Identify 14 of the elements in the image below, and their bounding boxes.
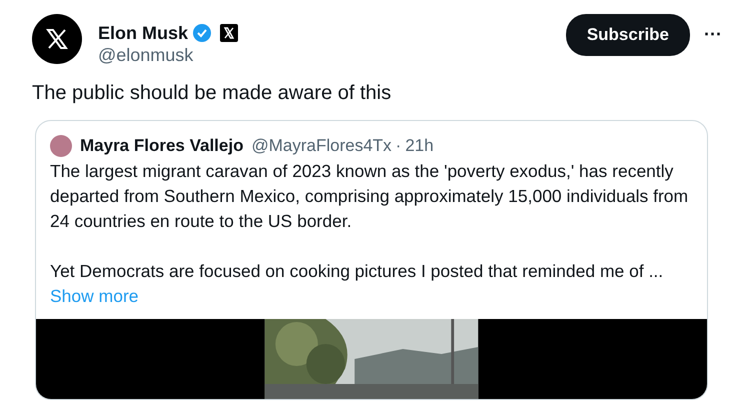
quoted-author-handle: @MayraFlores4Tx	[251, 135, 392, 157]
quoted-tweet-text: The largest migrant caravan of 2023 known as the 'poverty exodus,' has recently departed from Southern Mexico, comprising approximately 15,000 individuals from 24 countries en route to the US border.	[50, 160, 690, 233]
quoted-tweet-text: Yet Democrats are focused on cooking pictures I posted that reminded me of ...	[50, 260, 664, 283]
quoted-author-name: Mayra Flores Vallejo	[80, 135, 244, 157]
post-time: 21h	[405, 135, 434, 157]
subscribe-button[interactable]: Subscribe	[566, 14, 690, 56]
quoted-tweet-card[interactable]	[35, 120, 708, 400]
author-name[interactable]: Elon Musk	[98, 22, 188, 44]
separator: ·	[396, 135, 402, 157]
x-logo-icon	[220, 24, 238, 42]
tweet-text: The public should be made aware of this	[32, 81, 392, 106]
more-button[interactable]: ···	[698, 21, 728, 48]
author-handle[interactable]: @elonmusk	[98, 44, 566, 66]
avatar-icon[interactable]	[32, 14, 82, 64]
